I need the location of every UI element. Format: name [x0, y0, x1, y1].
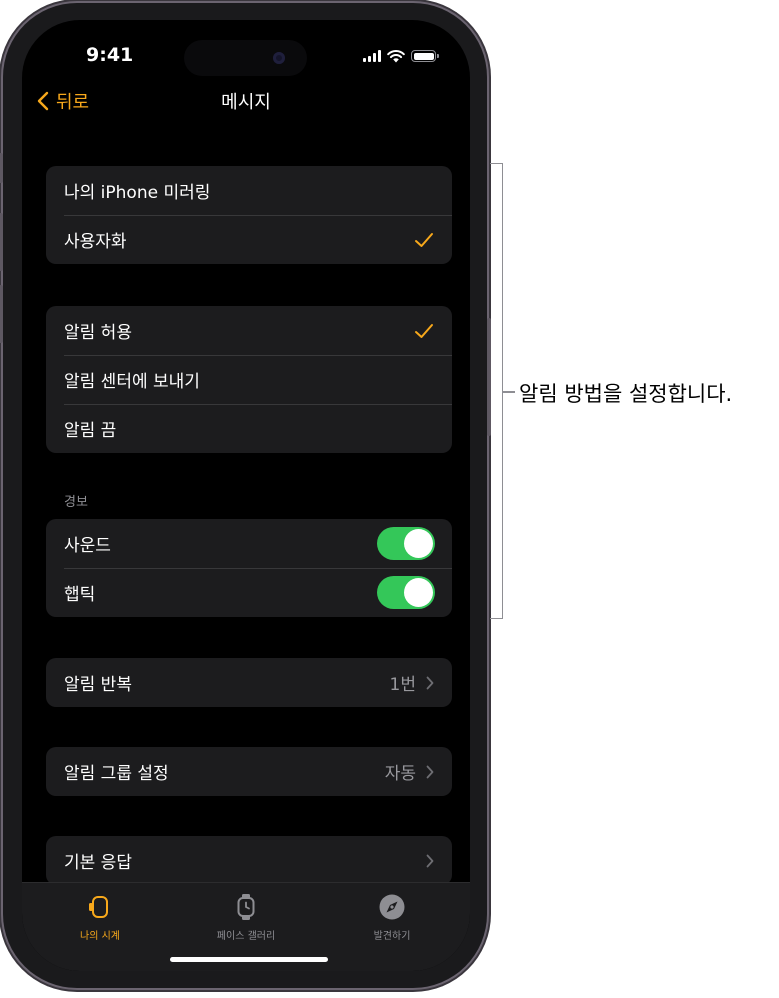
watch-face-icon — [237, 894, 255, 920]
option-send-to-notification-center[interactable]: 알림 센터에 보내기 — [46, 355, 452, 404]
tab-discover[interactable]: 발견하기 — [332, 893, 452, 942]
compass-icon — [379, 894, 405, 920]
default-replies-row[interactable]: 기본 응답 — [46, 836, 452, 885]
dynamic-island — [184, 40, 307, 76]
option-label: 알림 센터에 보내기 — [64, 372, 200, 392]
watch-outline-icon — [89, 896, 108, 918]
volume-up-button — [0, 213, 3, 271]
tab-label: 나의 시계 — [80, 931, 120, 942]
page-title: 메시지 — [221, 92, 271, 113]
status-icons — [363, 48, 439, 64]
volume-down-button — [0, 285, 3, 343]
status-time: 9:41 — [86, 44, 134, 66]
checkmark-icon — [415, 232, 433, 247]
callout-bracket — [490, 163, 503, 619]
screen: 9:41 뒤로 메시지 나의 iPhone 미러링 사용자화 알림 허용 알림 … — [22, 20, 470, 971]
checkmark-icon — [415, 323, 433, 338]
repeat-group: 알림 반복 1번 — [46, 658, 452, 707]
tab-my-watch[interactable]: 나의 시계 — [40, 893, 160, 942]
option-label: 나의 iPhone 미러링 — [64, 183, 211, 203]
callout-connector — [503, 391, 515, 393]
haptic-row: 햅틱 — [46, 568, 452, 617]
toggle-knob — [404, 529, 433, 558]
iphone-frame: 9:41 뒤로 메시지 나의 iPhone 미러링 사용자화 알림 허용 알림 … — [0, 3, 491, 988]
grouping-value: 자동 — [384, 764, 416, 784]
option-custom[interactable]: 사용자화 — [46, 215, 452, 264]
alerts-section-header: 경보 — [64, 495, 88, 510]
haptic-label: 햅틱 — [64, 585, 96, 605]
tab-label: 발견하기 — [373, 931, 411, 942]
tab-label: 페이스 갤러리 — [216, 931, 276, 942]
sound-label: 사운드 — [64, 536, 111, 556]
battery-icon — [411, 50, 439, 62]
chevron-right-icon — [426, 676, 434, 689]
default-replies-group: 기본 응답 — [46, 836, 452, 885]
mirror-custom-group: 나의 iPhone 미러링 사용자화 — [46, 166, 452, 264]
sound-row: 사운드 — [46, 519, 452, 568]
haptic-toggle[interactable] — [377, 576, 435, 609]
wifi-icon — [387, 50, 405, 63]
notification-mode-group: 알림 허용 알림 센터에 보내기 알림 끔 — [46, 306, 452, 453]
toggle-knob — [404, 578, 433, 607]
default-replies-label: 기본 응답 — [64, 853, 132, 873]
callout-text: 알림 방법을 설정합니다. — [519, 382, 733, 406]
notification-grouping-row[interactable]: 알림 그룹 설정 자동 — [46, 747, 452, 796]
option-notifications-off[interactable]: 알림 끔 — [46, 404, 452, 453]
action-button — [0, 153, 3, 183]
sound-toggle[interactable] — [377, 527, 435, 560]
repeat-label: 알림 반복 — [64, 675, 132, 695]
chevron-right-icon — [426, 854, 434, 867]
tab-face-gallery[interactable]: 페이스 갤러리 — [186, 893, 306, 942]
option-label: 알림 끔 — [64, 421, 117, 441]
home-indicator[interactable] — [170, 957, 328, 962]
option-allow-notifications[interactable]: 알림 허용 — [46, 306, 452, 355]
cellular-signal-icon — [363, 50, 381, 62]
grouping-label: 알림 그룹 설정 — [64, 764, 169, 784]
option-mirror-iphone[interactable]: 나의 iPhone 미러링 — [46, 166, 452, 215]
repeat-value: 1번 — [389, 675, 416, 695]
camera-icon — [273, 52, 285, 64]
repeat-alerts-row[interactable]: 알림 반복 1번 — [46, 658, 452, 707]
option-label: 알림 허용 — [64, 323, 132, 343]
grouping-group: 알림 그룹 설정 자동 — [46, 747, 452, 796]
tab-bar: 나의 시계 페이스 갤러리 발견하기 — [22, 882, 470, 971]
alerts-group: 사운드 햅틱 — [46, 519, 452, 617]
option-label: 사용자화 — [64, 232, 127, 252]
chevron-right-icon — [426, 765, 434, 778]
